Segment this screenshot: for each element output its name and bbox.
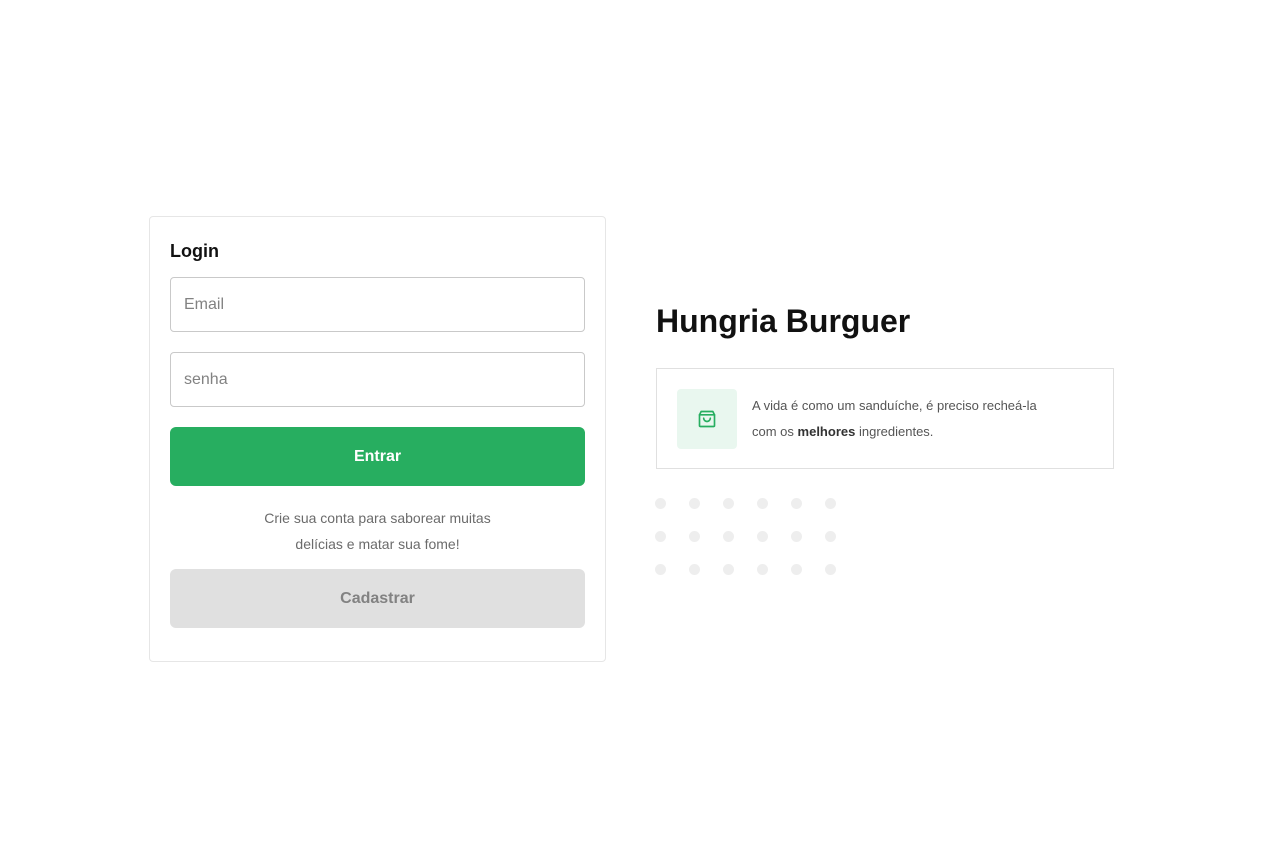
helper-line-2: delícias e matar sua fome!	[295, 536, 460, 552]
dot	[757, 498, 768, 509]
email-input[interactable]	[170, 277, 585, 332]
info-text-end: ingredientes.	[858, 423, 934, 439]
password-input[interactable]	[170, 352, 585, 407]
dot	[791, 564, 802, 575]
brand-title: Hungria Burguer	[656, 303, 911, 339]
helper-line-1: Crie sua conta para saborear muitas	[264, 510, 491, 526]
info-text-line-1: A vida é como um sanduíche, é preciso re…	[752, 397, 1037, 413]
info-text-mid: com os	[752, 423, 794, 439]
dot	[723, 498, 734, 509]
dot	[825, 564, 836, 575]
decorative-dots	[655, 498, 836, 575]
dot	[655, 564, 666, 575]
page: Login Entrar Crie sua conta para saborea…	[0, 0, 1280, 862]
dot	[757, 531, 768, 542]
dot	[791, 498, 802, 509]
login-title: Login	[170, 241, 219, 261]
dot	[655, 498, 666, 509]
login-card: Login Entrar Crie sua conta para saborea…	[149, 216, 606, 662]
dot	[723, 564, 734, 575]
dot	[689, 531, 700, 542]
dot	[791, 531, 802, 542]
dot	[723, 531, 734, 542]
register-button[interactable]: Cadastrar	[170, 569, 585, 628]
dot	[655, 531, 666, 542]
dot	[825, 498, 836, 509]
dot	[689, 564, 700, 575]
shopping-bag-icon	[698, 410, 716, 427]
icon-tile	[677, 388, 737, 449]
info-box: A vida é como um sanduíche, é preciso re…	[656, 368, 1114, 469]
dot	[757, 564, 768, 575]
signup-helper-text: Crie sua conta para saborear muitas delí…	[170, 505, 585, 557]
dot	[689, 498, 700, 509]
info-text: A vida é como um sanduíche, é preciso re…	[752, 393, 1037, 445]
login-button[interactable]: Entrar	[170, 427, 585, 486]
dot	[825, 531, 836, 542]
info-text-bold: melhores	[797, 423, 856, 439]
